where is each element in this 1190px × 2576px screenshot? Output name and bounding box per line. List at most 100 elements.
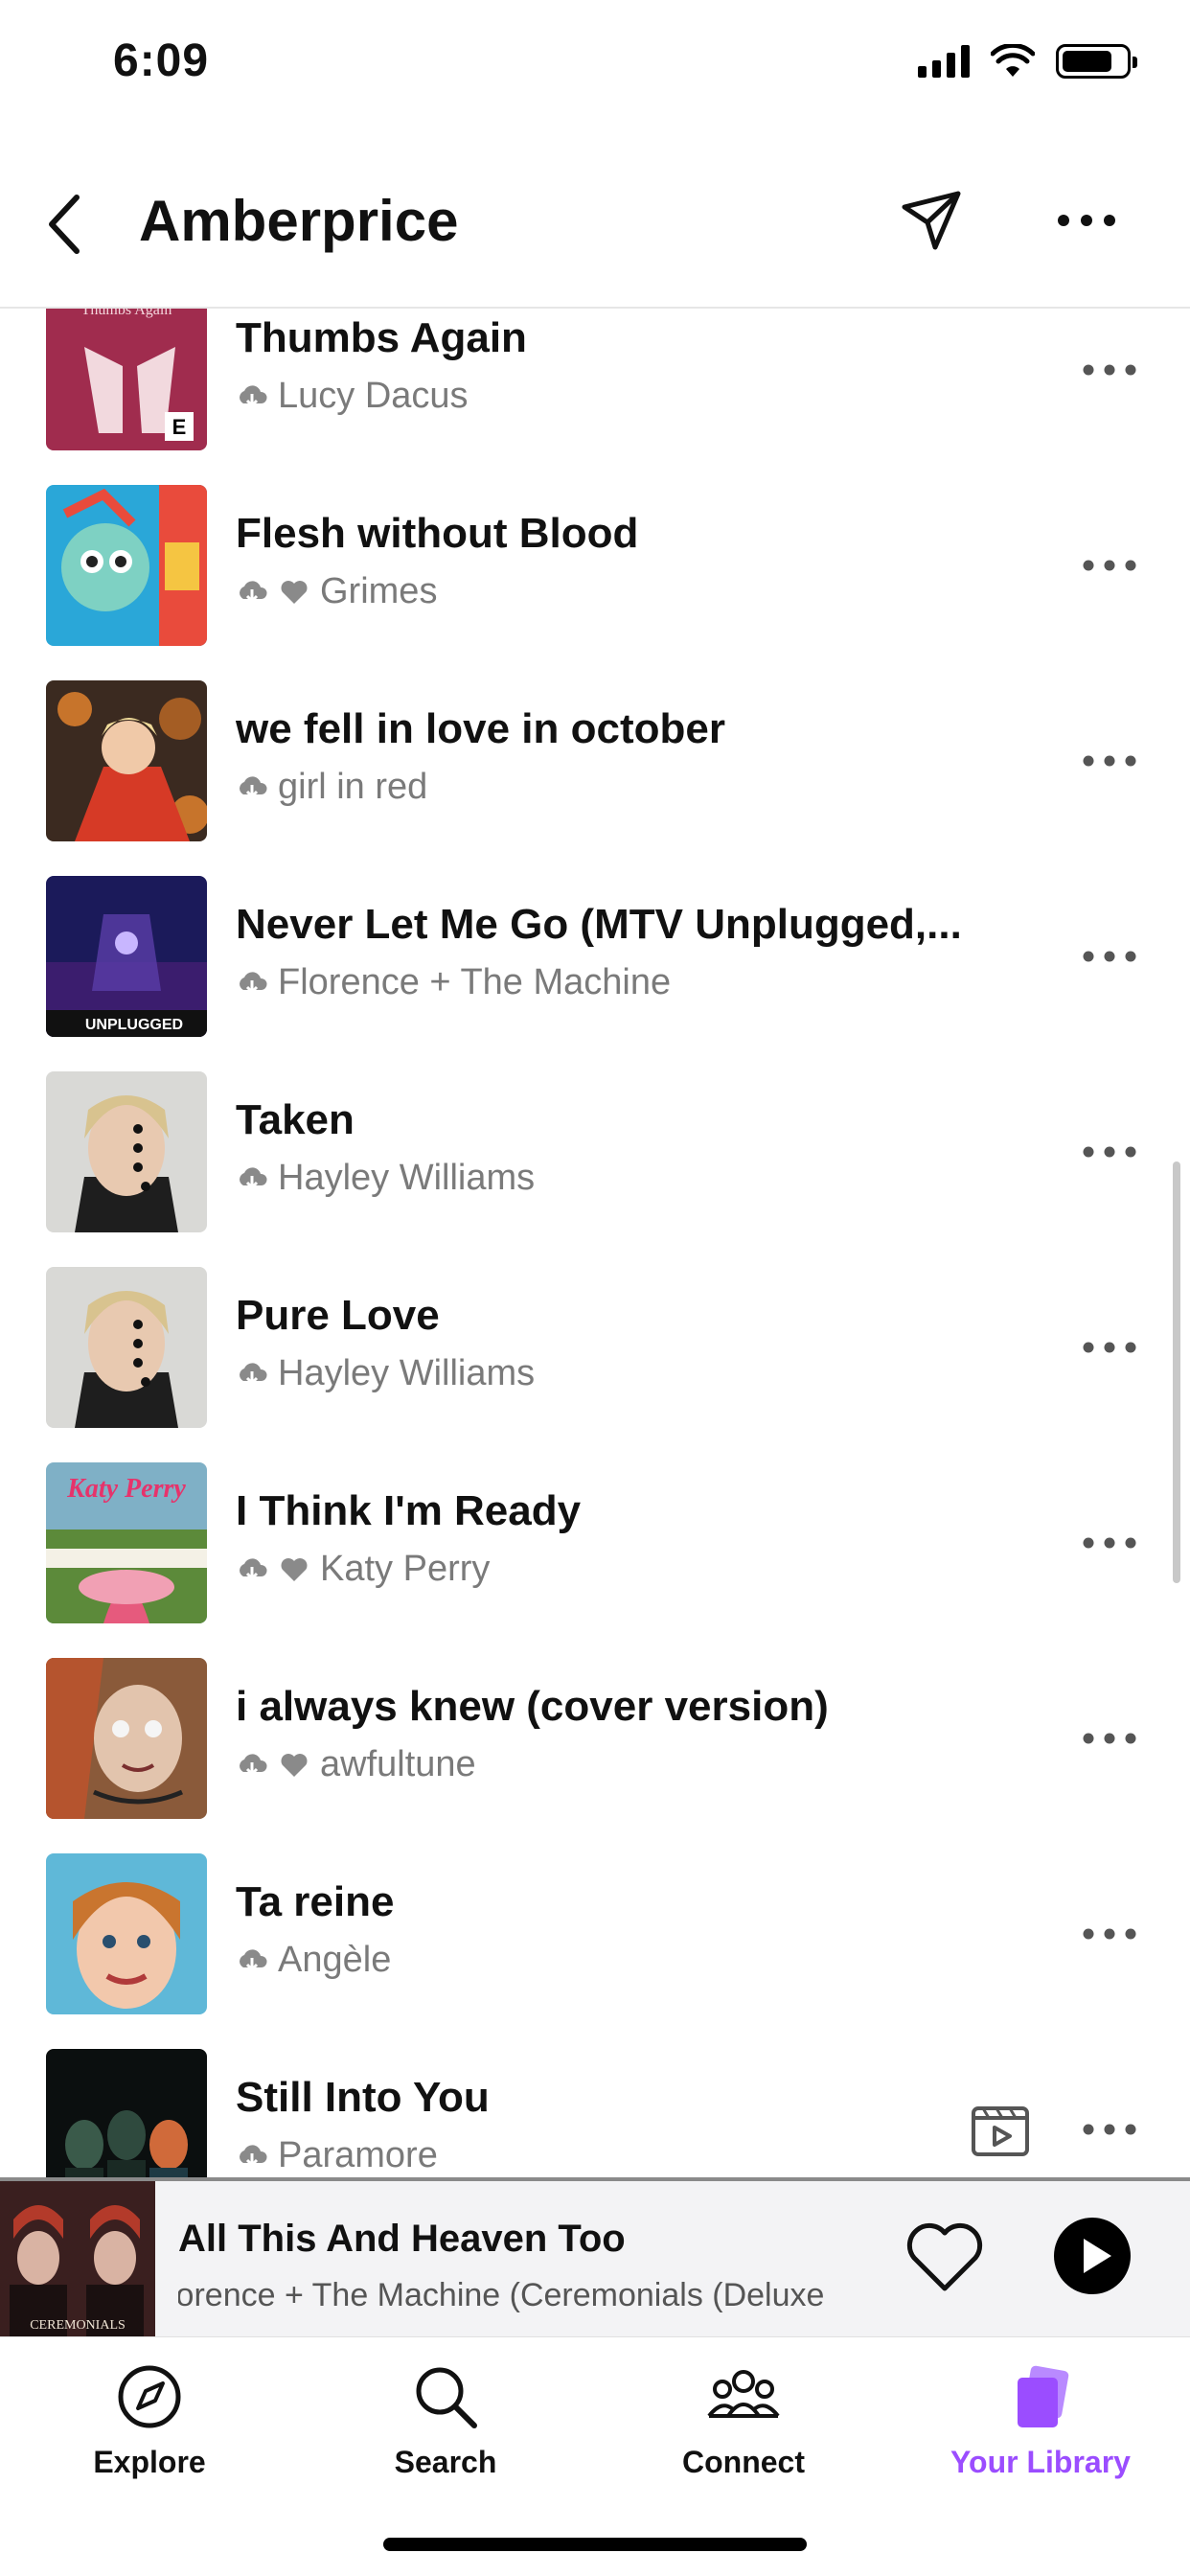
album-art [46, 1658, 207, 1819]
home-indicator [383, 2538, 807, 2551]
album-art [46, 1267, 207, 1428]
page-title: Amberprice [139, 189, 459, 253]
status-icons [918, 44, 1137, 79]
track-title: i always knew (cover version) [236, 1683, 829, 1730]
track-list: Thumbs Again E Thumbs Again Lucy Dacus F… [0, 309, 1190, 2177]
status-bar: 6:09 [0, 0, 1190, 134]
tab-label: Search [394, 2445, 497, 2479]
art-text: UNPLUGGED [85, 1017, 183, 1033]
track-title: Thumbs Again [236, 314, 527, 361]
track-meta: awfultune [236, 1744, 476, 1785]
track-title: Ta reine [236, 1878, 395, 1925]
now-playing-title: All This And Heaven Too [178, 2218, 626, 2260]
track-row[interactable]: Katy Perry I Think I'm Ready Katy Perry [0, 1443, 1190, 1639]
track-row[interactable]: Still Into You Paramore [0, 2030, 1190, 2177]
back-button[interactable] [38, 186, 96, 263]
tab-label: Your Library [950, 2445, 1131, 2479]
track-artist: Angèle [278, 1940, 392, 1980]
tab-your-library[interactable]: Your Library [926, 2358, 1156, 2502]
track-meta: Hayley Williams [236, 1158, 535, 1199]
row-more-button[interactable] [1081, 1531, 1138, 1554]
track-title: Flesh without Blood [236, 510, 639, 557]
tab-explore[interactable]: Explore [34, 2358, 264, 2502]
like-button[interactable] [904, 2220, 985, 2296]
search-icon [416, 2367, 477, 2428]
row-more-button[interactable] [1081, 554, 1138, 577]
track-artist: Paramore [278, 2135, 438, 2175]
track-list-container[interactable]: Thumbs Again E Thumbs Again Lucy Dacus F… [0, 309, 1190, 2177]
battery-icon [1056, 44, 1137, 79]
cloud-download-icon [240, 384, 267, 407]
track-row[interactable]: we fell in love in october girl in red [0, 661, 1190, 857]
row-more-button[interactable] [1081, 945, 1138, 968]
signal-icon [918, 45, 970, 78]
row-more-button[interactable] [1081, 1336, 1138, 1359]
track-title: I Think I'm Ready [236, 1487, 582, 1534]
track-row[interactable]: Flesh without Blood Grimes [0, 466, 1190, 661]
send-icon [902, 191, 961, 250]
track-artist: awfultune [320, 1744, 476, 1784]
track-row[interactable]: Thumbs Again E Thumbs Again Lucy Dacus [0, 309, 1190, 466]
album-art [46, 680, 207, 841]
track-row[interactable]: Ta reine Angèle [0, 1834, 1190, 2030]
cloud-download-icon [240, 971, 267, 994]
scrollbar[interactable] [1173, 1162, 1180, 1583]
people-icon [707, 2370, 780, 2418]
track-artist: Lucy Dacus [278, 376, 469, 416]
track-meta: Grimes [236, 571, 437, 612]
album-art: UNPLUGGED [46, 876, 207, 1037]
art-text: Thumbs Again [81, 309, 172, 318]
track-meta: Paramore [236, 2135, 438, 2176]
album-art: Thumbs Again E [46, 309, 207, 450]
row-more-button[interactable] [1081, 1727, 1138, 1750]
tab-search[interactable]: Search [331, 2358, 561, 2502]
compass-icon [118, 2365, 181, 2428]
now-playing-art: CEREMONIALS [0, 2181, 155, 2336]
track-row[interactable]: i always knew (cover version) awfultune [0, 1639, 1190, 1834]
cloud-download-icon [240, 1166, 267, 1189]
header: Amberprice [0, 144, 1190, 309]
library-icon [1018, 2365, 1069, 2427]
now-playing-subtitle: lorence + The Machine (Ceremonials (Delu… [178, 2277, 868, 2314]
track-meta: Hayley Williams [236, 1353, 535, 1394]
tab-label: Explore [93, 2445, 206, 2479]
album-art [46, 485, 207, 646]
row-more-button[interactable] [1081, 358, 1138, 381]
liked-heart-icon [281, 1557, 308, 1581]
now-playing-subtitle-text: lorence + The Machine (Ceremonials (Delu… [178, 2277, 825, 2313]
track-artist: Katy Perry [320, 1549, 491, 1589]
row-more-button[interactable] [1081, 749, 1138, 772]
status-time: 6:09 [113, 35, 210, 86]
music-video-icon[interactable] [970, 2097, 1031, 2158]
track-artist: Grimes [320, 571, 438, 611]
row-more-button[interactable] [1081, 2118, 1138, 2141]
track-row[interactable]: Taken Hayley Williams [0, 1052, 1190, 1248]
row-more-button[interactable] [1081, 1922, 1138, 1945]
cloud-download-icon [240, 1557, 267, 1580]
track-row[interactable]: Pure Love Hayley Williams [0, 1248, 1190, 1443]
track-row[interactable]: UNPLUGGED Never Let Me Go (MTV Unplugged… [0, 857, 1190, 1052]
cloud-download-icon [240, 775, 267, 798]
track-artist: Hayley Williams [278, 1353, 536, 1393]
mini-player[interactable]: CEREMONIALS All This And Heaven Too lore… [0, 2177, 1190, 2336]
art-text: Katy Perry [66, 1474, 186, 1504]
track-title: Still Into You [236, 2074, 490, 2121]
album-art [46, 1853, 207, 2014]
track-meta: Katy Perry [236, 1549, 490, 1590]
track-meta: Lucy Dacus [236, 376, 469, 417]
row-more-button[interactable] [1081, 1140, 1138, 1163]
play-button[interactable] [1052, 2216, 1133, 2296]
more-options-button[interactable] [1054, 201, 1119, 240]
tab-connect[interactable]: Connect [629, 2358, 858, 2502]
art-text: CEREMONIALS [30, 2318, 126, 2333]
cloud-download-icon [240, 1753, 267, 1776]
track-meta: Florence + The Machine [236, 962, 671, 1003]
share-button[interactable] [897, 186, 966, 255]
album-art: Katy Perry [46, 1462, 207, 1623]
track-title: we fell in love in october [236, 705, 725, 752]
album-art [46, 2049, 207, 2177]
svg-text:E: E [172, 415, 187, 439]
liked-heart-icon [281, 1753, 308, 1777]
album-art [46, 1071, 207, 1232]
cloud-download-icon [240, 2144, 267, 2167]
